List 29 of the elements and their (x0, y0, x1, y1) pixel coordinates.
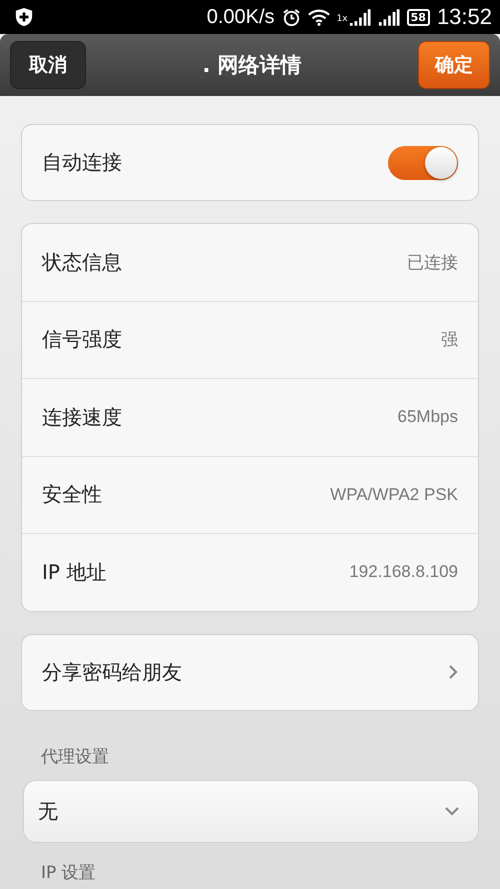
wifi-icon (308, 8, 330, 26)
detail-label: 安全性 (42, 481, 102, 508)
detail-label: 信号强度 (42, 326, 122, 354)
battery-indicator: 58 (406, 8, 430, 26)
chevron-right-icon (448, 664, 458, 680)
chevron-down-icon (444, 806, 460, 816)
detail-value: WPA/WPA2 PSK (330, 484, 458, 505)
toggle-switch[interactable] (388, 146, 458, 180)
detail-value: 强 (441, 329, 458, 352)
screen-title: . 网络详情 (202, 52, 302, 79)
detail-label: IP 地址 (42, 558, 106, 586)
auto-connect-row[interactable]: 自动连接 (21, 124, 479, 201)
detail-label: 状态信息 (42, 248, 122, 276)
clock: 13:52 (436, 4, 492, 30)
network-type: 1x (336, 14, 348, 24)
alarm-icon (282, 8, 301, 26)
share-password-row[interactable]: 分享密码给朋友 (21, 634, 479, 710)
detail-value: 已连接 (407, 252, 458, 274)
detail-label: 连接速度 (42, 404, 122, 431)
signal-icon (348, 8, 371, 26)
cancel-button[interactable]: 取消 (10, 41, 86, 89)
section-label: 代理设置 (41, 746, 109, 768)
shield-icon (15, 7, 33, 27)
detail-value: 65Mbps (398, 407, 458, 428)
signal-icon (378, 8, 400, 26)
network-speed: 0.00K/s (206, 6, 275, 28)
proxy-dropdown[interactable]: 无 (23, 780, 479, 842)
section-label: IP 设置 (41, 862, 96, 884)
detail-value: 192.168.8.109 (349, 562, 458, 582)
